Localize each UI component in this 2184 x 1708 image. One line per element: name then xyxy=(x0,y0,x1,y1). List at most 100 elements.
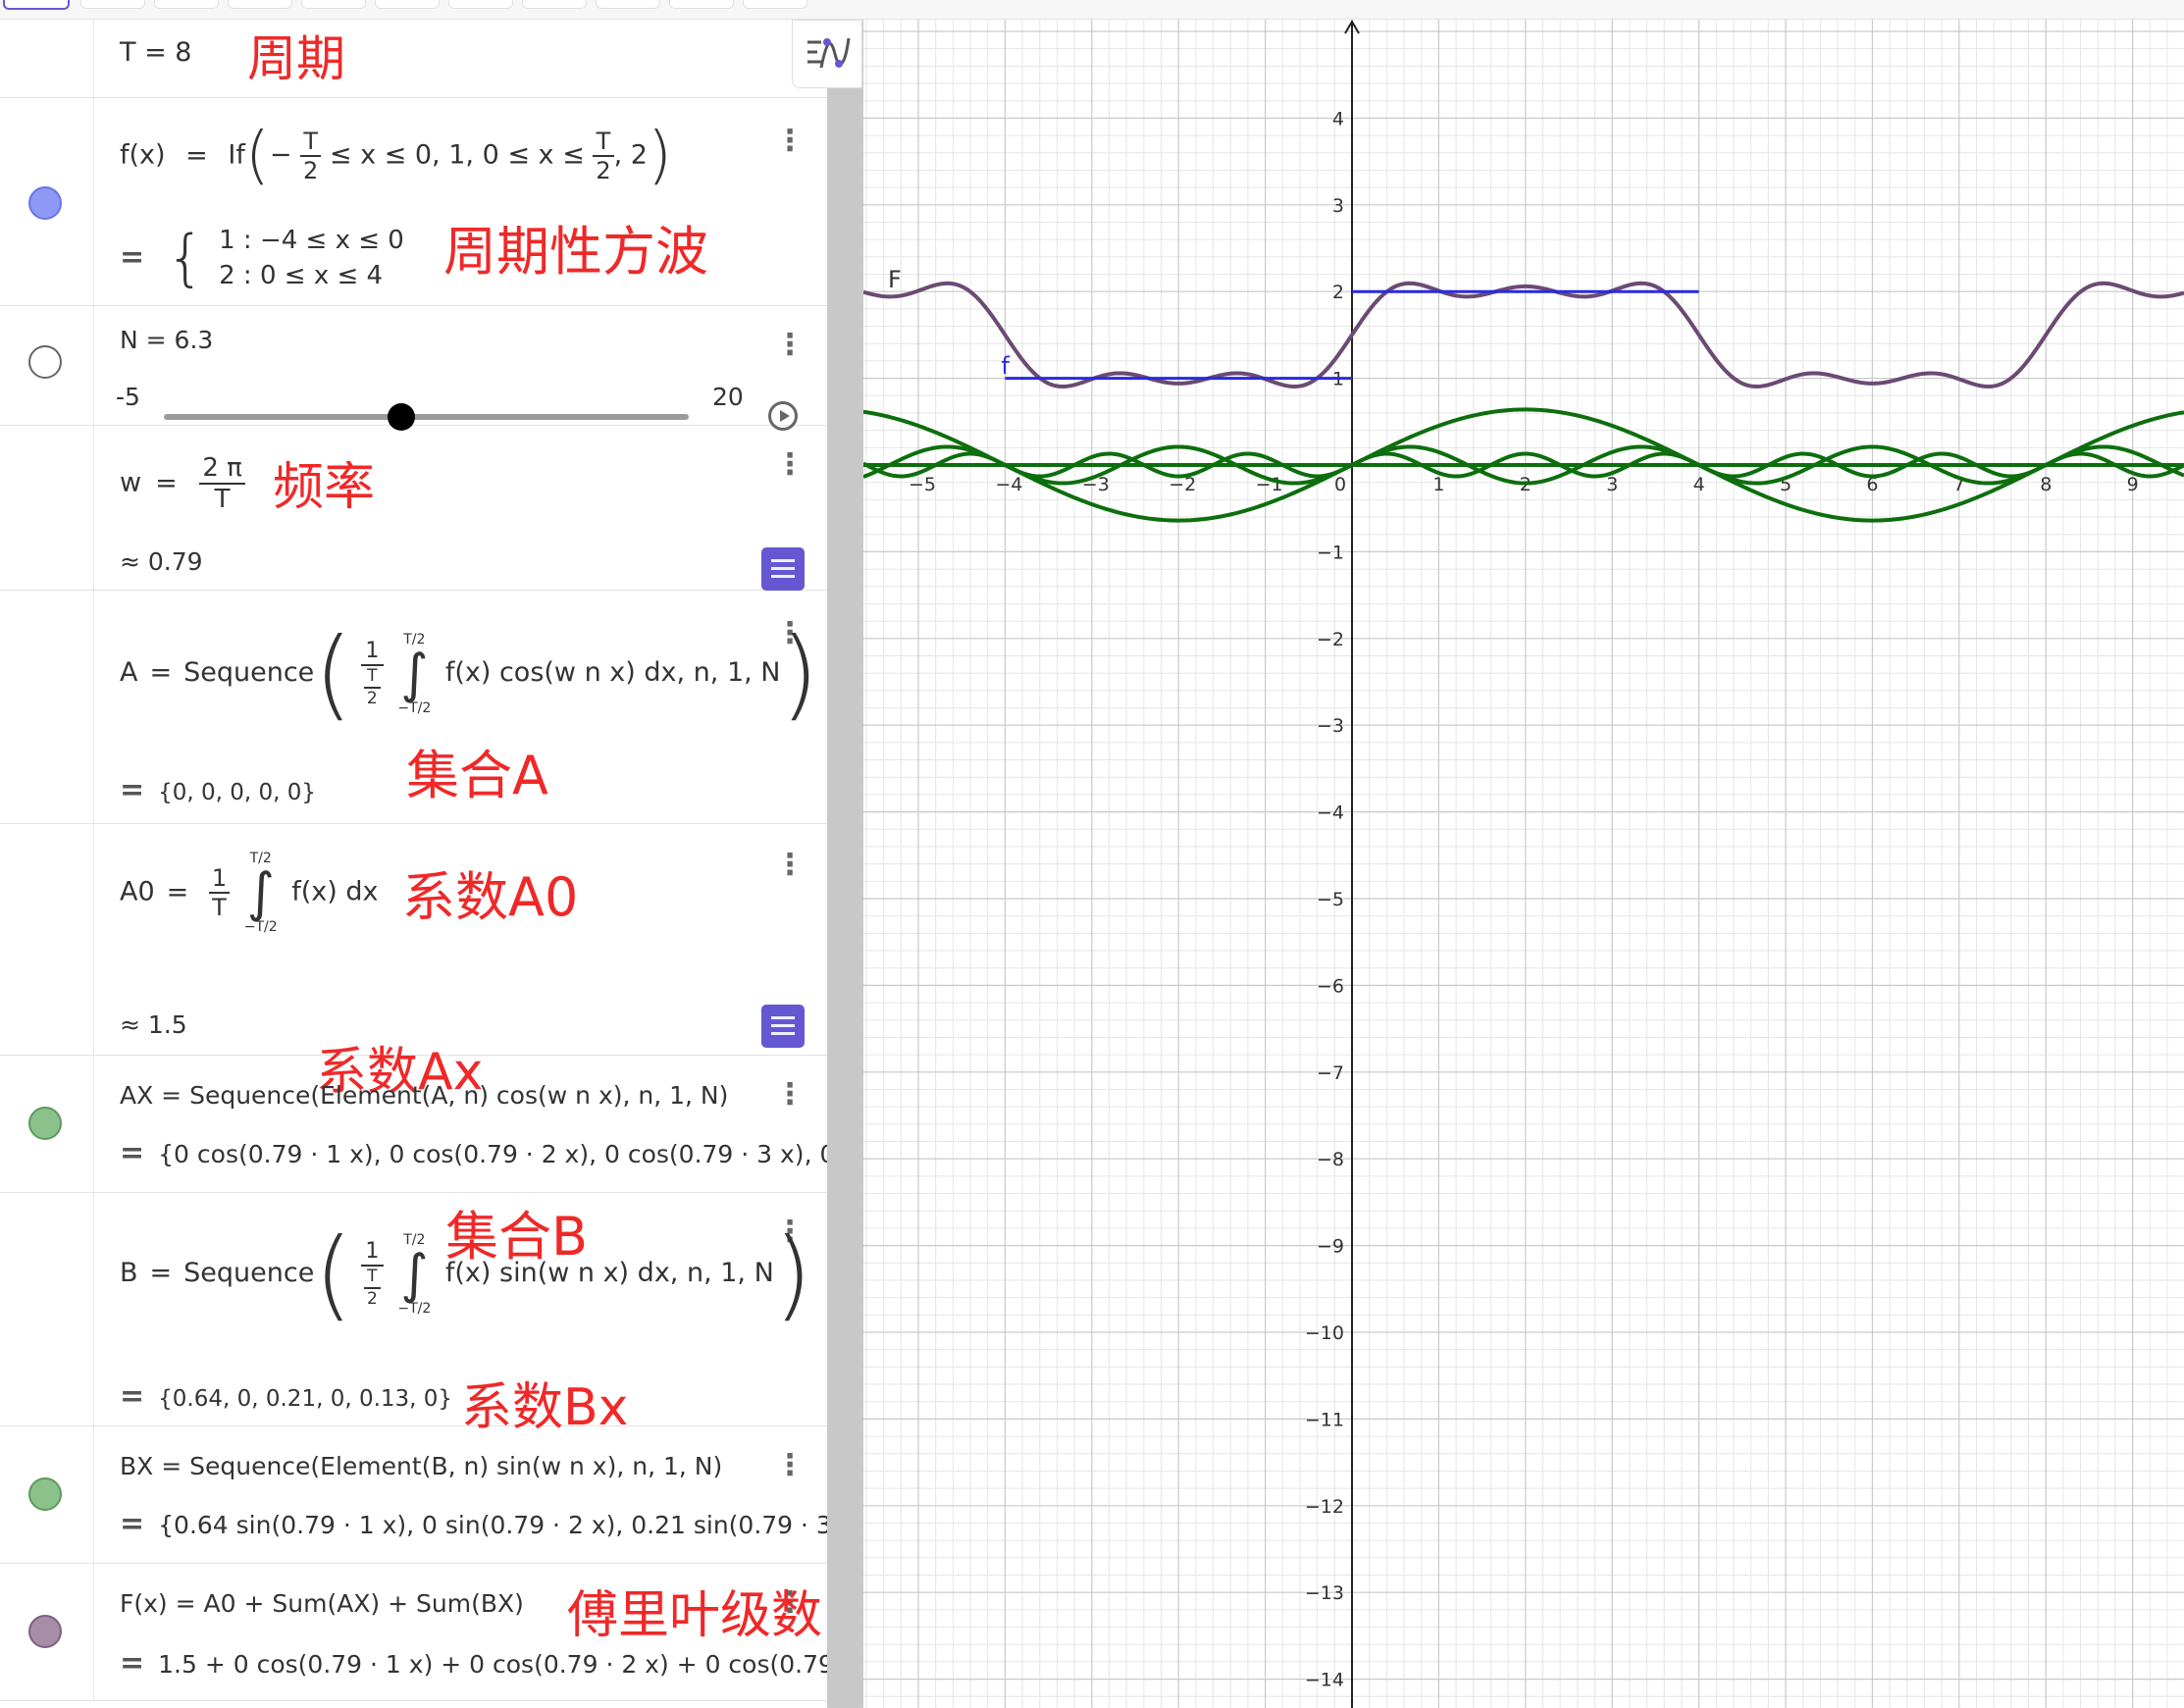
toolbar-tool[interactable] xyxy=(154,0,219,9)
definition-f[interactable]: f(x) = If(− T2 ≤ x ≤ 0, 1, 0 ≤ x ≤ T2, 2… xyxy=(120,120,672,192)
y-tick-label: 2 xyxy=(1332,282,1344,303)
x-tick-label: 4 xyxy=(1693,474,1705,495)
x-tick-label: 9 xyxy=(2127,474,2139,495)
y-tick-label: −5 xyxy=(1317,889,1344,910)
algebra-style-toggle-button[interactable] xyxy=(792,20,862,88)
toolbar-tool[interactable] xyxy=(301,0,366,9)
y-tick-label: −14 xyxy=(1305,1670,1344,1691)
definition-w[interactable]: w = 2 πT xyxy=(120,455,245,512)
algebra-row-w[interactable]: ⋮ w = 2 πT ≈ 0.79 频率 xyxy=(0,426,827,591)
visibility-toggle-F[interactable] xyxy=(28,1615,62,1648)
label-f: f xyxy=(1001,352,1010,380)
annotation-frequency: 频率 xyxy=(273,458,376,517)
y-tick-label: −1 xyxy=(1317,542,1344,563)
more-menu-icon[interactable]: ⋮ xyxy=(775,1446,805,1485)
more-menu-icon[interactable]: ⋮ xyxy=(775,326,805,365)
annotation-set-A: 集合A xyxy=(406,745,548,806)
more-menu-icon[interactable]: ⋮ xyxy=(775,122,805,161)
algebra-row-BX[interactable]: ⋮ BX = Sequence(Element(B, n) sin(w n x)… xyxy=(0,1426,827,1564)
definition-N[interactable]: N = 6.3 xyxy=(120,326,213,354)
algebra-view: T = 8 周期 ⋮ f(x) = If(− T2 ≤ x ≤ 0, 1, 0 … xyxy=(0,20,827,1708)
annotation-coef-A0: 系数A0 xyxy=(402,866,579,928)
row-gutter xyxy=(0,20,94,97)
algebra-row-F[interactable]: ⋮ F(x) = A0 + Sum(AX) + Sum(BX) = 1.5 + 0… xyxy=(0,1564,827,1701)
visibility-toggle-BX[interactable] xyxy=(28,1477,62,1511)
algebra-description-icon xyxy=(807,37,851,69)
numeric-toggle-button[interactable] xyxy=(761,1005,805,1048)
visibility-toggle-N[interactable] xyxy=(28,345,62,379)
curves[interactable] xyxy=(863,281,2184,523)
algebra-row-A0[interactable]: ⋮ A0 = 1T T/2 ∫ −T/2 f(x) dx ≈ 1.5 系数A0 系数A… xyxy=(0,824,827,1102)
algebra-row-T[interactable]: T = 8 周期 xyxy=(0,20,827,98)
value-f: = { 1 : −4 ≤ x ≤ 0 2 : 0 ≤ x ≤ 4 xyxy=(120,222,404,293)
definition-F[interactable]: F(x) = A0 + Sum(AX) + Sum(BX) xyxy=(120,1589,524,1618)
coordinate-plane[interactable]: −5−4−3−2−10123456789 4321−1−2−3−4−5−6−7−… xyxy=(863,20,2184,1708)
visibility-toggle-f[interactable] xyxy=(28,186,62,220)
toolbar-tool[interactable] xyxy=(522,0,587,9)
annotation-fourier-series: 傅里叶级数 xyxy=(567,1586,823,1645)
slider-track-N[interactable] xyxy=(164,414,689,420)
x-tick-label: 1 xyxy=(1432,474,1444,495)
y-tick-label: −10 xyxy=(1305,1322,1344,1344)
toolbar-tool[interactable] xyxy=(596,0,660,9)
x-tick-label: 0 xyxy=(1334,474,1346,495)
definition-T[interactable]: T = 8 xyxy=(120,37,191,68)
definition-A0[interactable]: A0 = 1T T/2 ∫ −T/2 f(x) dx xyxy=(120,852,379,934)
slider-max-label: 20 xyxy=(712,383,744,411)
value-A: = {0, 0, 0, 0, 0} xyxy=(120,773,317,807)
y-tick-label: −8 xyxy=(1317,1149,1344,1170)
y-tick-label: −9 xyxy=(1317,1236,1344,1258)
row-gutter xyxy=(0,426,94,590)
row-gutter xyxy=(0,824,94,1055)
value-B: = {0.64, 0, 0.21, 0, 0.13, 0} xyxy=(120,1379,453,1414)
definition-A[interactable]: A = Sequence( 1T2 T/2 ∫ −T/2 f(x) cos(w n x)… xyxy=(120,616,819,731)
annotation-set-B: 集合B xyxy=(445,1206,589,1268)
value-AX: = {0 cos(0.79 · 1 x), 0 cos(0.79 · 2 x), … xyxy=(120,1136,827,1170)
toolbar-tool[interactable] xyxy=(743,0,807,9)
y-tick-label: 3 xyxy=(1332,195,1344,217)
annotation-period: 周期 xyxy=(247,30,345,87)
more-menu-icon[interactable]: ⋮ xyxy=(775,445,805,485)
value-w: ≈ 0.79 xyxy=(120,547,203,576)
y-tick-label: −7 xyxy=(1317,1062,1344,1084)
curve-F[interactable] xyxy=(863,281,2184,389)
slider-min-label: -5 xyxy=(116,383,140,411)
value-A0: ≈ 1.5 xyxy=(120,1010,187,1039)
minor-grid xyxy=(863,20,2184,1708)
row-gutter xyxy=(0,591,94,823)
toolbar xyxy=(0,0,2184,20)
row-gutter xyxy=(0,1193,94,1425)
algebra-row-N[interactable]: ⋮ N = 6.3 -5 20 xyxy=(0,306,827,426)
more-menu-icon[interactable]: ⋮ xyxy=(775,846,805,885)
algebra-scrollbar[interactable] xyxy=(827,20,863,1708)
numeric-toggle-button[interactable] xyxy=(761,547,805,591)
y-tick-label: 4 xyxy=(1332,108,1344,129)
graphics-view[interactable]: −5−4−3−2−10123456789 4321−1−2−3−4−5−6−7−… xyxy=(863,20,2184,1708)
y-tick-label: −4 xyxy=(1317,802,1344,824)
toolbar-tool[interactable] xyxy=(669,0,734,9)
toolbar-tool[interactable] xyxy=(448,0,513,9)
x-tick-label: 8 xyxy=(2040,474,2052,495)
visibility-toggle-AX[interactable] xyxy=(28,1107,62,1140)
algebra-row-B[interactable]: ⋮ B = Sequence( 1T2 T/2 ∫ −T/2 f(x) sin(w n … xyxy=(0,1193,827,1437)
toolbar-tool[interactable] xyxy=(228,0,292,9)
value-F: = 1.5 + 0 cos(0.79 · 1 x) + 0 cos(0.79 · … xyxy=(120,1646,827,1681)
toolbar-tool[interactable] xyxy=(375,0,440,9)
label-F: F xyxy=(888,266,902,293)
toolbar-tool-move[interactable] xyxy=(3,0,70,10)
algebra-row-AX[interactable]: ⋮ AX = Sequence(Element(A, n) cos(w n x)… xyxy=(0,1056,827,1193)
more-menu-icon[interactable]: ⋮ xyxy=(775,1075,805,1114)
value-BX: = {0.64 sin(0.79 · 1 x), 0 sin(0.79 · 2 x… xyxy=(120,1507,827,1541)
y-tick-label: −6 xyxy=(1317,975,1344,997)
algebra-row-f[interactable]: ⋮ f(x) = If(− T2 ≤ x ≤ 0, 1, 0 ≤ x ≤ T2,… xyxy=(0,98,827,306)
toolbar-tool[interactable] xyxy=(80,0,145,9)
x-tick-label: −5 xyxy=(909,474,936,495)
y-tick-label: −3 xyxy=(1317,715,1344,737)
algebra-row-A[interactable]: ⋮ A = Sequence( 1T2 T/2 ∫ −T/2 f(x) cos(w n … xyxy=(0,591,827,824)
definition-AX[interactable]: AX = Sequence(Element(A, n) cos(w n x), … xyxy=(120,1081,728,1110)
annotation-square-wave: 周期性方波 xyxy=(443,221,708,283)
y-tick-label: −2 xyxy=(1317,629,1344,650)
y-tick-label: −11 xyxy=(1305,1409,1344,1430)
definition-BX[interactable]: BX = Sequence(Element(B, n) sin(w n x), … xyxy=(120,1452,722,1480)
x-tick-label: 3 xyxy=(1606,474,1618,495)
